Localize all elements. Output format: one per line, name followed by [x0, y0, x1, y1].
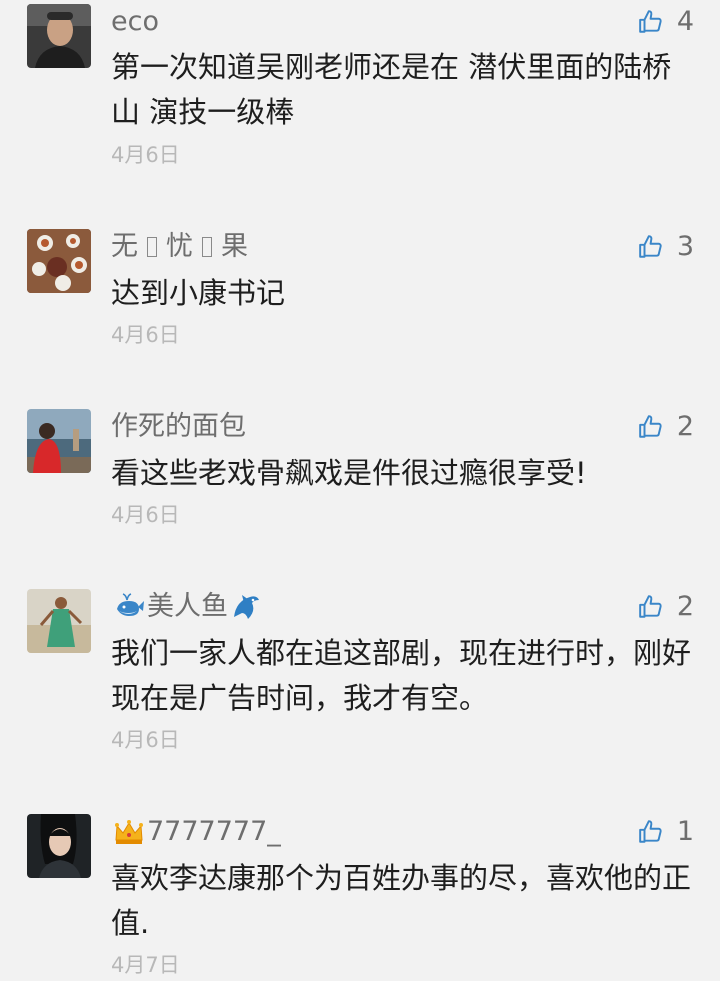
thumbs-up-icon — [638, 414, 664, 440]
avatar-image — [27, 4, 91, 68]
thumbs-up-icon — [638, 594, 664, 620]
missing-glyph-icon — [147, 237, 157, 257]
thumbs-up-icon — [638, 234, 664, 260]
comment-date: 4月6日 — [111, 143, 180, 167]
comment-date: 4月7日 — [111, 953, 180, 977]
avatar-image — [27, 589, 91, 653]
comment-content: 达到小康书记 — [111, 276, 286, 310]
avatar[interactable] — [27, 229, 91, 293]
username-text: 7777777_ — [147, 816, 281, 847]
username[interactable]: 美人鱼 — [111, 589, 264, 625]
like-count: 2 — [676, 591, 694, 622]
like-button[interactable]: 3 — [638, 229, 694, 265]
comment-date: 4月6日 — [111, 503, 180, 527]
avatar-image — [27, 814, 91, 878]
like-count: 2 — [676, 411, 694, 442]
username-part: 无 — [111, 231, 138, 262]
username-part: 忧 — [166, 231, 193, 262]
like-count: 1 — [676, 816, 694, 847]
username-part: 果 — [221, 231, 248, 262]
thumbs-up-icon — [638, 9, 664, 35]
username[interactable]: 7777777_ — [111, 814, 281, 850]
avatar-image — [27, 409, 91, 473]
username[interactable]: 无 忧 果 — [111, 229, 248, 265]
username[interactable]: eco — [111, 4, 159, 40]
avatar[interactable] — [27, 589, 91, 653]
like-count: 4 — [676, 6, 694, 37]
comment-content: 喜欢李达康那个为百姓办事的尽，喜欢他的正值. — [111, 861, 692, 940]
avatar[interactable] — [27, 4, 91, 68]
missing-glyph-icon — [202, 237, 212, 257]
avatar[interactable] — [27, 814, 91, 878]
username-text: 美人鱼 — [147, 591, 228, 622]
dolphin-emoji-icon — [230, 591, 262, 623]
crown-emoji-icon — [113, 816, 145, 848]
comment-date: 4月6日 — [111, 323, 180, 347]
avatar-image — [27, 229, 91, 293]
comment-date: 4月6日 — [111, 728, 180, 752]
username-text: eco — [111, 6, 159, 37]
like-count: 3 — [676, 231, 694, 262]
thumbs-up-icon — [638, 819, 664, 845]
like-button[interactable]: 1 — [638, 814, 694, 850]
username-text: 作死的面包 — [111, 411, 246, 442]
like-button[interactable]: 4 — [638, 4, 694, 40]
whale-emoji-icon — [113, 591, 145, 623]
comment-content: 看这些老戏骨飙戏是件很过瘾很享受! — [111, 456, 587, 490]
username[interactable]: 作死的面包 — [111, 409, 246, 445]
like-button[interactable]: 2 — [638, 409, 694, 445]
comment-content: 我们一家人都在追这部剧，现在进行时，刚好现在是广告时间，我才有空。 — [111, 636, 692, 715]
like-button[interactable]: 2 — [638, 589, 694, 625]
avatar[interactable] — [27, 409, 91, 473]
comment-content: 第一次知道吴刚老师还是在 潜伏里面的陆桥山 演技一级棒 — [111, 50, 672, 129]
